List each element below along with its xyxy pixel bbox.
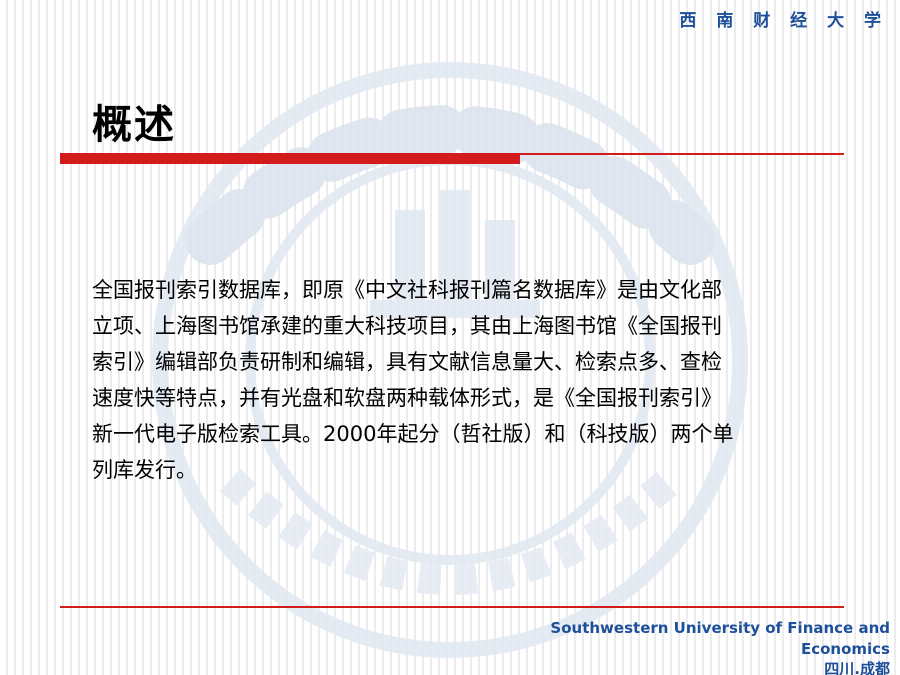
body-line: 索引》编辑部负责研制和编辑，具有文献信息量大、检索点多、查检 — [92, 350, 722, 374]
slide: 西 南 财 经 大 学 概述 全国报刊索引数据库，即原《中文社科报刊篇名数据库》… — [0, 0, 900, 675]
school-name-header: 西 南 财 经 大 学 — [679, 11, 888, 31]
slide-title: 概述 — [92, 102, 176, 148]
slide-body-text: 全国报刊索引数据库，即原《中文社科报刊篇名数据库》是由文化部 立项、上海图书馆承… — [92, 272, 848, 488]
body-line: 立项、上海图书馆承建的重大科技项目，其由上海图书馆《全国报刊 — [92, 314, 722, 338]
footer-english-line1: Southwestern University of Finance and — [550, 619, 890, 637]
title-underline-thick — [60, 153, 520, 164]
footer-english-line2: Economics — [800, 640, 890, 658]
body-line: 速度快等特点，并有光盘和软盘两种载体形式，是《全国报刊索引》 — [92, 386, 722, 410]
body-line: 全国报刊索引数据库，即原《中文社科报刊篇名数据库》是由文化部 — [92, 278, 722, 302]
title-underline-thin — [520, 153, 844, 155]
body-line: 新一代电子版检索工具。2000年起分（哲社版）和（科技版）两个单 — [92, 422, 734, 446]
footer-english-name: Southwestern University of Finance and E… — [550, 618, 890, 660]
footer-divider — [60, 606, 844, 608]
footer-location: 四川.成都 — [824, 660, 890, 675]
body-line: 列库发行。 — [92, 458, 197, 482]
